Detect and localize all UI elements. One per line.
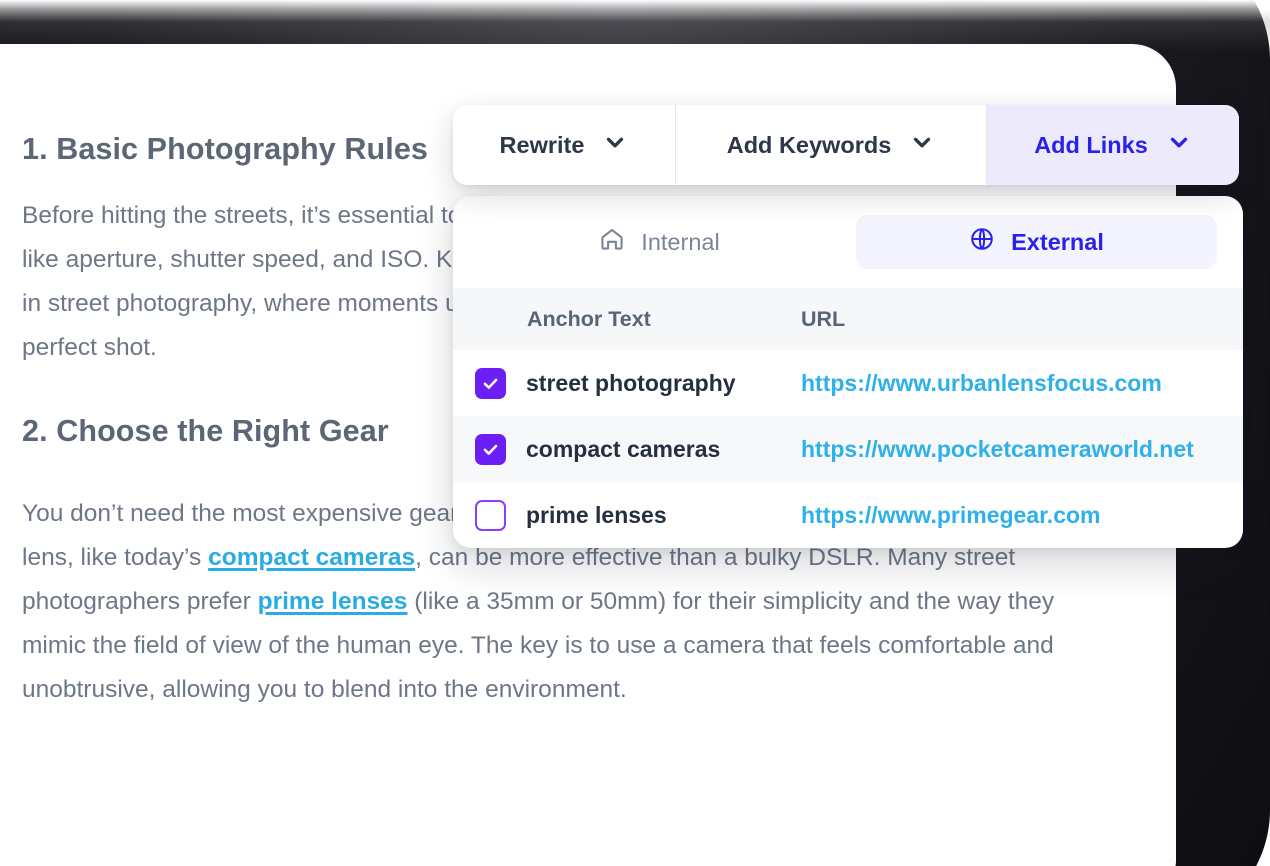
- check-icon: [483, 444, 498, 455]
- screenshot-root: 1. Basic Photography Rules Before hittin…: [0, 0, 1270, 866]
- anchor-cell: street photography: [453, 367, 801, 399]
- cell-url: https://www.pocketcameraworld.net: [801, 416, 1243, 482]
- tab-rewrite[interactable]: Rewrite: [453, 105, 675, 185]
- links-table-header: Anchor Text URL: [453, 288, 1243, 350]
- table-header-row: Anchor Text URL: [453, 288, 1243, 350]
- tab-add-links-label: Add Links: [1034, 131, 1148, 158]
- row-checkbox[interactable]: [475, 367, 506, 399]
- segment-external[interactable]: External: [856, 215, 1217, 269]
- inline-link[interactable]: compact cameras: [208, 544, 415, 571]
- check-icon: [483, 378, 498, 389]
- url-value[interactable]: https://www.primegear.com: [801, 502, 1100, 528]
- chevron-down-icon: [1166, 129, 1192, 161]
- cell-anchor-text: prime lenses: [453, 482, 801, 548]
- anchor-cell: prime lenses: [453, 499, 801, 531]
- anchor-text-value: compact cameras: [526, 435, 721, 462]
- table-row[interactable]: compact cameras https://www.pocketcameraw…: [453, 416, 1243, 482]
- cell-anchor-text: street photography: [453, 350, 801, 416]
- anchor-text-value: street photography: [526, 369, 736, 396]
- cell-url: https://www.urbanlensfocus.com: [801, 350, 1243, 416]
- link-scope-segmented-control: Internal External: [453, 196, 1243, 288]
- url-value[interactable]: https://www.urbanlensfocus.com: [801, 370, 1162, 396]
- links-table: Anchor Text URL street photography https:…: [453, 288, 1243, 548]
- column-header-anchor-text: Anchor Text: [453, 288, 801, 350]
- anchor-cell: compact cameras: [453, 433, 801, 465]
- segment-internal-label: Internal: [641, 228, 720, 255]
- tab-add-keywords-label: Add Keywords: [726, 131, 892, 158]
- segment-external-label: External: [1011, 228, 1104, 255]
- links-table-body: street photography https://www.urbanlensf…: [453, 350, 1243, 548]
- cell-url: https://www.primegear.com: [801, 482, 1243, 548]
- table-row[interactable]: street photography https://www.urbanlensf…: [453, 350, 1243, 416]
- cell-anchor-text: compact cameras: [453, 416, 801, 482]
- tab-add-keywords[interactable]: Add Keywords: [675, 105, 987, 185]
- tab-rewrite-label: Rewrite: [499, 131, 585, 158]
- table-row[interactable]: prime lenses https://www.primegear.com: [453, 482, 1243, 548]
- add-links-panel: Internal External Anchor Text URL street…: [453, 196, 1243, 548]
- ai-action-toolbar: Rewrite Add Keywords Add Links: [453, 105, 1239, 185]
- globe-icon: [969, 226, 995, 258]
- chevron-down-icon: [909, 129, 935, 161]
- row-checkbox[interactable]: [475, 499, 506, 531]
- column-header-url: URL: [801, 288, 1243, 350]
- tab-add-links[interactable]: Add Links: [987, 105, 1239, 185]
- row-checkbox[interactable]: [475, 433, 506, 465]
- inline-link[interactable]: prime lenses: [258, 588, 408, 615]
- url-value[interactable]: https://www.pocketcameraworld.net: [801, 436, 1194, 462]
- anchor-text-value: prime lenses: [526, 501, 667, 528]
- chevron-down-icon: [602, 129, 628, 161]
- segment-internal[interactable]: Internal: [479, 215, 840, 269]
- home-icon: [599, 226, 625, 258]
